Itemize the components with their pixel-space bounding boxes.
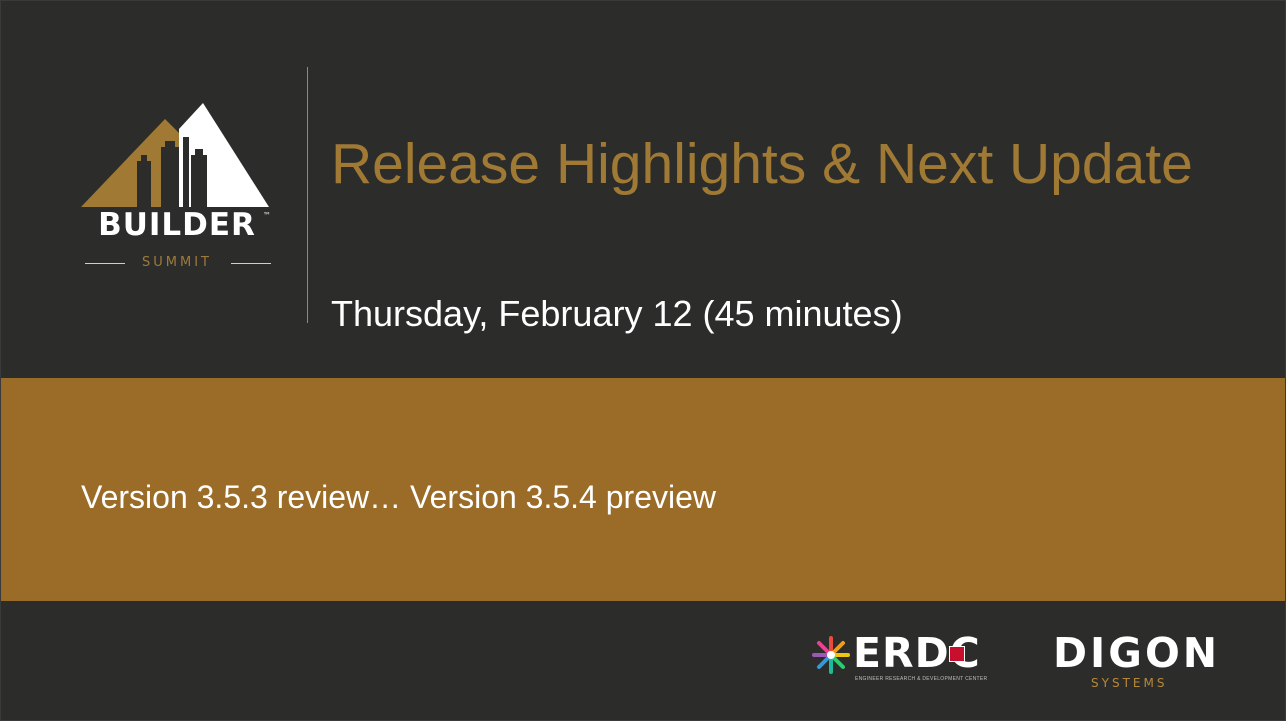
logo-rule-right — [231, 263, 271, 264]
digon-wordmark: DIGON — [1053, 629, 1221, 677]
logo-wordmark: BUILDER — [98, 207, 256, 243]
digon-tagline: SYSTEMS — [1091, 676, 1168, 690]
slide-subtitle: Thursday, February 12 (45 minutes) — [331, 293, 903, 334]
slide-title: Release Highlights & Next Update — [331, 132, 1193, 196]
builder-summit-logo: BUILDER ™ SUMMIT — [79, 97, 289, 287]
highlight-band: Version 3.5.3 review… Version 3.5.4 prev… — [1, 378, 1285, 601]
castle-icon — [949, 646, 965, 662]
vertical-divider — [307, 67, 308, 323]
band-text: Version 3.5.3 review… Version 3.5.4 prev… — [81, 479, 716, 515]
slide: BUILDER ™ SUMMIT Release Highlights & Ne… — [0, 0, 1286, 721]
starburst-icon — [812, 636, 850, 674]
trademark-symbol: ™ — [263, 211, 271, 220]
mountain-city-logo-icon — [81, 103, 269, 207]
partner-logos: ERDC ENGINEER RESEARCH & DEVELOPMENT CEN… — [811, 627, 1231, 691]
erdc-tagline: ENGINEER RESEARCH & DEVELOPMENT CENTER — [855, 676, 988, 682]
